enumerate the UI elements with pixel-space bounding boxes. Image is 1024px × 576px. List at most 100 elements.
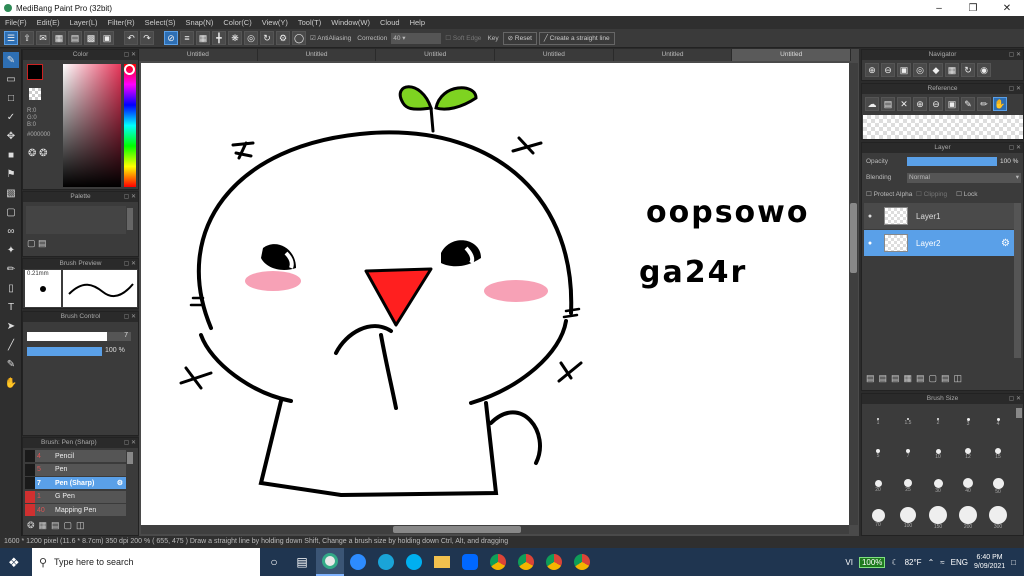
comment-icon[interactable]: ✉ <box>36 31 50 45</box>
reference-cloud-icon[interactable]: ☁ <box>865 97 879 111</box>
maximize-button[interactable]: ❐ <box>956 3 990 14</box>
brush-size-cell[interactable]: 20 <box>863 470 893 502</box>
palette-area[interactable] <box>26 206 126 234</box>
brush-size-cell[interactable]: 1 <box>863 406 893 438</box>
rect-tool-icon[interactable]: □ <box>3 90 19 106</box>
wifi-icon[interactable]: ≈ <box>940 558 944 567</box>
brush-list-actions[interactable]: ❂▦▤▢◫ <box>27 520 89 531</box>
brush-size-cell[interactable]: 7 <box>893 438 923 470</box>
tab-untitled-4[interactable]: Untitled <box>495 49 614 61</box>
soft-edge-checkbox[interactable]: ☐ Soft Edge <box>443 34 483 42</box>
task-view-icon[interactable]: ▤ <box>288 548 316 576</box>
brush-list-item[interactable]: 1 G Pen <box>25 490 126 503</box>
layer-settings-icon[interactable]: ⚙ <box>1001 238 1014 249</box>
menu-cloud[interactable]: Cloud <box>375 18 405 27</box>
lang-label[interactable]: ENG <box>951 558 968 567</box>
brush-size-slider[interactable] <box>27 332 107 341</box>
brush-list-item[interactable]: 7 Pen (Sharp) ⚙ <box>25 477 126 489</box>
vertical-scroll-thumb[interactable] <box>850 203 857 273</box>
eraser-tool-icon[interactable]: ▭ <box>3 71 19 87</box>
clipping-checkbox[interactable]: ☐ Clipping <box>916 191 947 198</box>
menu-layer[interactable]: Layer(L) <box>65 18 103 27</box>
toolbar-menu-icon[interactable]: ☰ <box>4 31 18 45</box>
rotate-icon[interactable]: ↻ <box>961 63 975 77</box>
brush-size-cell[interactable]: 25 <box>893 470 923 502</box>
snap-grid-icon[interactable]: ▦ <box>196 31 210 45</box>
divide-tool-icon[interactable]: ╱ <box>3 337 19 353</box>
upload-icon[interactable]: ⇧ <box>20 31 34 45</box>
brush-size-scrollbar[interactable] <box>1016 408 1022 418</box>
menu-file[interactable]: File(F) <box>0 18 32 27</box>
undo-icon[interactable]: ↶ <box>124 31 138 45</box>
cortana-icon[interactable]: ○ <box>260 548 288 576</box>
clock[interactable]: 6:40 PM 9/09/2021 <box>974 553 1005 571</box>
brush-settings-icon[interactable]: ⚙ <box>117 479 126 487</box>
brush-size-cell[interactable]: 12 <box>953 438 983 470</box>
transform-icon[interactable]: ▣ <box>100 31 114 45</box>
tab-untitled-6[interactable]: Untitled <box>732 49 852 61</box>
snap-radial-icon[interactable]: ❋ <box>228 31 242 45</box>
medibang-taskbar-icon[interactable] <box>316 548 344 576</box>
move-tool-icon[interactable]: ✥ <box>3 128 19 144</box>
layer-row[interactable]: ● Layer1 <box>864 203 1014 229</box>
menu-select[interactable]: Select(S) <box>140 18 181 27</box>
menu-snap[interactable]: Snap(N) <box>180 18 218 27</box>
drawing-canvas[interactable]: oopsowo ga24r <box>141 63 849 525</box>
close-button[interactable]: ✕ <box>990 3 1024 14</box>
select-tool-icon[interactable]: ▢ <box>3 204 19 220</box>
brush-size-cell[interactable]: 150 <box>923 502 953 534</box>
correction-dropdown[interactable]: 40 ▾ <box>391 32 442 44</box>
document-icon[interactable]: ▤ <box>68 31 82 45</box>
horizontal-scrollbar[interactable] <box>141 525 849 534</box>
brush-size-cell[interactable]: 200 <box>953 502 983 534</box>
brush-size-cell[interactable]: 4 <box>983 406 1013 438</box>
brush-size-cell[interactable]: 2 <box>923 406 953 438</box>
dot-tool-icon[interactable]: ✓ <box>3 109 19 125</box>
layer-opacity-slider[interactable] <box>907 157 997 166</box>
tab-untitled-3[interactable]: Untitled <box>376 49 496 61</box>
weather-temp[interactable]: 82°F <box>905 558 922 567</box>
layer-row[interactable]: ● Layer2 ⚙ <box>864 230 1014 256</box>
brush-size-cell[interactable]: 10 <box>923 438 953 470</box>
reference-hand-icon[interactable]: ✋ <box>993 97 1007 111</box>
select-eraser-icon[interactable]: ▯ <box>3 280 19 296</box>
reference-eyedropper-icon[interactable]: ✎ <box>961 97 975 111</box>
chrome-icon-2[interactable] <box>512 548 540 576</box>
antialias-checkbox[interactable]: ☑ AntiAliasing <box>308 34 353 42</box>
brush-list-scrollbar[interactable] <box>127 452 133 464</box>
zalo-icon[interactable] <box>456 548 484 576</box>
snap-cross-icon[interactable]: ╋ <box>212 31 226 45</box>
actual-size-icon[interactable]: ◎ <box>913 63 927 77</box>
reset-view-icon[interactable]: ◉ <box>977 63 991 77</box>
hue-handle[interactable] <box>124 64 135 75</box>
reference-open-icon[interactable]: ▤ <box>881 97 895 111</box>
lock-checkbox[interactable]: ☐ Lock <box>956 191 977 198</box>
brush-size-cell[interactable]: 15 <box>983 438 1013 470</box>
brush-list-item[interactable]: 5 Pen <box>25 463 126 476</box>
zoom-in-icon[interactable]: ⊕ <box>865 63 879 77</box>
color-picker-icons[interactable]: ❂ ❂ <box>28 148 48 159</box>
fill-rect-icon[interactable]: ■ <box>3 147 19 163</box>
brush-size-cell[interactable]: 300 <box>983 502 1013 534</box>
snap-off-icon[interactable]: ⊘ <box>164 31 178 45</box>
reference-fit-icon[interactable]: ▣ <box>945 97 959 111</box>
hue-slider[interactable] <box>124 64 136 187</box>
menu-view[interactable]: View(Y) <box>257 18 293 27</box>
text-tool-icon[interactable]: T <box>3 299 19 315</box>
menu-edit[interactable]: Edit(E) <box>32 18 65 27</box>
eyedropper-tool-icon[interactable]: ✎ <box>3 356 19 372</box>
zoom-app-icon[interactable] <box>344 548 372 576</box>
gradient-tool-icon[interactable]: ▧ <box>3 185 19 201</box>
brush-size-cell[interactable]: 5 <box>863 438 893 470</box>
hand-tool-icon[interactable]: ✋ <box>3 375 19 391</box>
magic-wand-icon[interactable]: ✦ <box>3 242 19 258</box>
brush-opacity-slider[interactable] <box>27 347 102 356</box>
transparent-swatch[interactable] <box>29 88 41 100</box>
reference-zoom-out-icon[interactable]: ⊖ <box>929 97 943 111</box>
canva-icon[interactable] <box>372 548 400 576</box>
menu-color[interactable]: Color(C) <box>218 18 256 27</box>
taskbar-search[interactable]: ⚲ Type here to search <box>32 548 260 576</box>
bucket-tool-icon[interactable]: ⚑ <box>3 166 19 182</box>
saturation-value-picker[interactable] <box>63 64 121 187</box>
lasso-tool-icon[interactable]: ∞ <box>3 223 19 239</box>
